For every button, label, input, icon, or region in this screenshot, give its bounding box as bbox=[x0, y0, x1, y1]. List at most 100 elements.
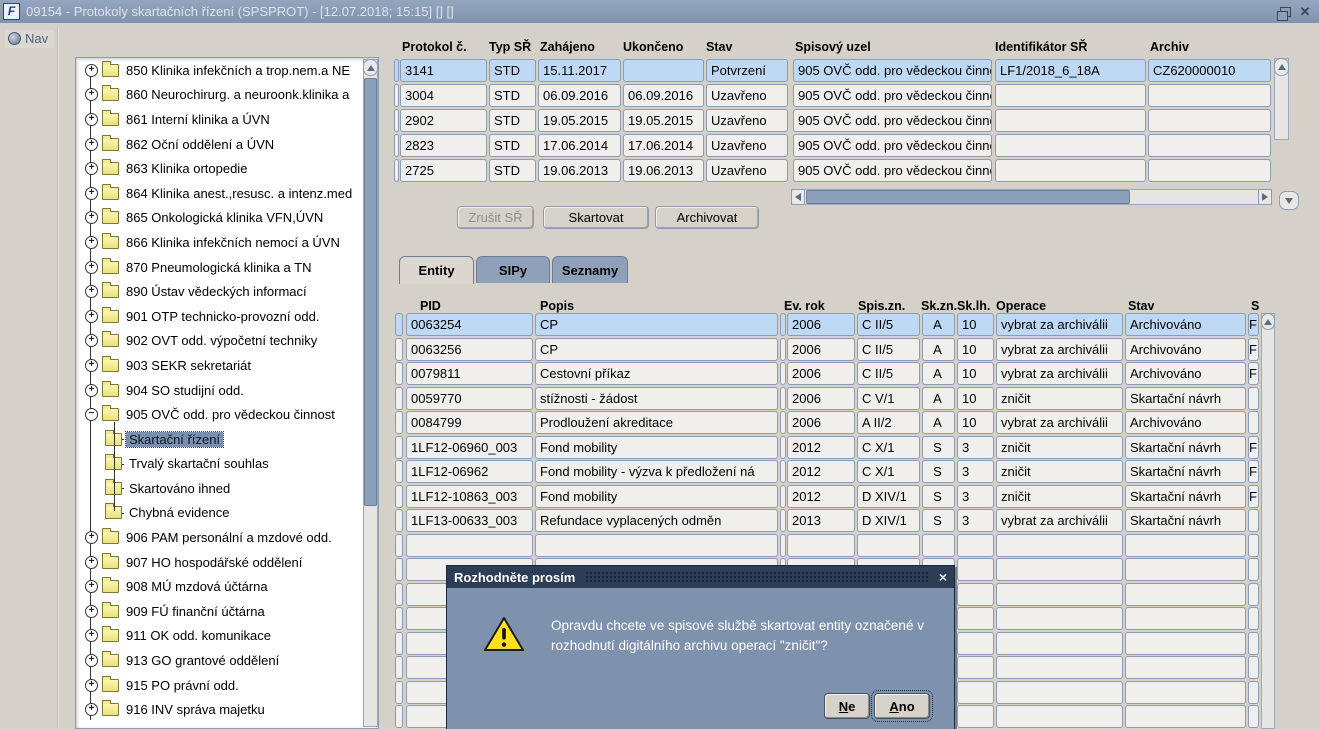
tree-item[interactable]: +870 Pneumologická klinika a TN bbox=[76, 255, 362, 280]
entity-cell[interactable]: zničit bbox=[996, 436, 1123, 459]
protocol-cell[interactable]: 17.06.2014 bbox=[623, 134, 704, 157]
protocol-cell[interactable] bbox=[623, 59, 704, 82]
protocol-cell[interactable] bbox=[1148, 159, 1271, 182]
tree-item[interactable]: +861 Interní klinika a ÚVN bbox=[76, 107, 362, 132]
tab-seznamy[interactable]: Seznamy bbox=[552, 256, 628, 283]
entity-cell[interactable]: Archivováno bbox=[1125, 313, 1246, 336]
protocol-cell[interactable]: STD bbox=[489, 109, 536, 132]
entity-cell[interactable] bbox=[1248, 681, 1259, 704]
entity-cell[interactable]: Skartační návrh bbox=[1125, 509, 1246, 532]
entity-cell[interactable]: vybrat za archiválii bbox=[996, 362, 1123, 385]
row-gutter[interactable] bbox=[395, 338, 403, 361]
row-gutter[interactable] bbox=[394, 109, 399, 132]
protocol-cell[interactable]: STD bbox=[489, 134, 536, 157]
entity-cell[interactable] bbox=[996, 558, 1123, 581]
entity-cell[interactable] bbox=[1248, 411, 1259, 434]
expand-icon[interactable]: + bbox=[85, 605, 98, 618]
expand-icon[interactable]: + bbox=[85, 138, 98, 151]
entity-cell[interactable]: stížnosti - žádost bbox=[535, 387, 778, 410]
entity-cell[interactable]: 10 bbox=[957, 411, 994, 434]
entity-cell[interactable]: A bbox=[922, 313, 955, 336]
row-gutter[interactable] bbox=[395, 485, 403, 508]
entity-cell[interactable]: S bbox=[922, 509, 955, 532]
entity-cell[interactable]: Archivováno bbox=[1125, 338, 1246, 361]
protocols-scroll-right-button[interactable] bbox=[1258, 189, 1272, 205]
row-gutter[interactable] bbox=[395, 583, 403, 606]
entity-cell[interactable] bbox=[957, 705, 994, 728]
row-gutter[interactable] bbox=[395, 632, 403, 655]
row-gutter[interactable] bbox=[780, 509, 786, 532]
protocol-cell[interactable]: 905 OVČ odd. pro vědeckou činnost bbox=[793, 59, 992, 82]
entity-cell[interactable] bbox=[957, 558, 994, 581]
protocol-cell[interactable]: 3141 bbox=[400, 59, 487, 82]
tree-item[interactable]: Chybná evidence bbox=[76, 501, 362, 526]
entity-cell[interactable] bbox=[406, 534, 533, 557]
entity-cell[interactable]: zničit bbox=[996, 460, 1123, 483]
protocol-cell[interactable] bbox=[1148, 84, 1271, 107]
entity-cell[interactable]: Archivováno bbox=[1125, 411, 1246, 434]
entity-cell[interactable]: 10 bbox=[957, 362, 994, 385]
row-gutter[interactable] bbox=[395, 460, 403, 483]
protocol-cell[interactable]: Potvrzení bbox=[706, 59, 788, 82]
protocol-cell[interactable] bbox=[1148, 134, 1271, 157]
close-window-button[interactable]: ✕ bbox=[1297, 4, 1313, 19]
entity-cell[interactable] bbox=[957, 681, 994, 704]
ne-button[interactable]: Ne bbox=[824, 693, 870, 719]
row-gutter[interactable] bbox=[780, 313, 786, 336]
entity-cell[interactable] bbox=[1125, 534, 1246, 557]
protocols-scroll-left-button[interactable] bbox=[791, 189, 805, 205]
expand-icon[interactable]: + bbox=[85, 88, 98, 101]
expand-icon[interactable]: + bbox=[85, 580, 98, 593]
entity-cell[interactable]: A bbox=[922, 387, 955, 410]
expand-icon[interactable]: + bbox=[85, 334, 98, 347]
entity-cell[interactable]: 10 bbox=[957, 338, 994, 361]
entity-cell[interactable] bbox=[1125, 705, 1246, 728]
entity-cell[interactable] bbox=[1248, 558, 1259, 581]
entity-cell[interactable]: 1LF13-00633_003 bbox=[406, 509, 533, 532]
entity-cell[interactable]: D XIV/1 bbox=[857, 509, 920, 532]
entity-cell[interactable]: C X/1 bbox=[857, 460, 920, 483]
entity-cell[interactable] bbox=[996, 705, 1123, 728]
entity-cell[interactable]: S bbox=[922, 485, 955, 508]
row-gutter[interactable] bbox=[395, 607, 403, 630]
expand-icon[interactable]: + bbox=[85, 113, 98, 126]
expand-icon[interactable]: + bbox=[85, 211, 98, 224]
tree-item[interactable]: +911 OK odd. komunikace bbox=[76, 624, 362, 649]
entity-cell[interactable] bbox=[996, 534, 1123, 557]
protocol-cell[interactable]: 905 OVČ odd. pro vědeckou činnost bbox=[793, 84, 992, 107]
entity-cell[interactable] bbox=[996, 632, 1123, 655]
skartovat-button[interactable]: Skartovat bbox=[543, 206, 649, 229]
entity-cell[interactable]: F bbox=[1248, 436, 1259, 459]
tree-item[interactable]: +890 Ústav vědeckých informací bbox=[76, 279, 362, 304]
expand-icon[interactable]: + bbox=[85, 629, 98, 642]
expand-icon[interactable]: + bbox=[85, 162, 98, 175]
row-gutter[interactable] bbox=[395, 534, 403, 557]
entity-cell[interactable] bbox=[957, 534, 994, 557]
expand-icon[interactable]: + bbox=[85, 64, 98, 77]
row-gutter[interactable] bbox=[395, 705, 403, 728]
protocol-cell[interactable]: 19.06.2013 bbox=[623, 159, 704, 182]
protocol-cell[interactable]: 905 OVČ odd. pro vědeckou činnost bbox=[793, 134, 992, 157]
entity-cell[interactable]: CP bbox=[535, 313, 778, 336]
tree-item[interactable]: +850 Klinika infekčních a trop.nem.a NE bbox=[76, 58, 362, 83]
tree-item[interactable]: +903 SEKR sekretariát bbox=[76, 353, 362, 378]
entity-cell[interactable] bbox=[1248, 656, 1259, 679]
expand-icon[interactable]: + bbox=[85, 703, 98, 716]
entity-cell[interactable] bbox=[535, 534, 778, 557]
entity-cell[interactable]: 0079811 bbox=[406, 362, 533, 385]
protocol-cell[interactable]: 2823 bbox=[400, 134, 487, 157]
row-gutter[interactable] bbox=[395, 558, 403, 581]
tree-item[interactable]: +860 Neurochirurg. a neuroonk.klinika a bbox=[76, 83, 362, 108]
row-gutter[interactable] bbox=[780, 534, 786, 557]
protocol-cell[interactable]: 2902 bbox=[400, 109, 487, 132]
expand-icon[interactable]: + bbox=[85, 261, 98, 274]
tree-item[interactable]: +902 OVT odd. výpočetní techniky bbox=[76, 329, 362, 354]
expand-icon[interactable]: + bbox=[85, 679, 98, 692]
entity-cell[interactable]: C X/1 bbox=[857, 436, 920, 459]
tree-item[interactable]: +915 PO právní odd. bbox=[76, 673, 362, 698]
protocol-cell[interactable]: 2725 bbox=[400, 159, 487, 182]
entity-cell[interactable] bbox=[1248, 607, 1259, 630]
tree-item[interactable]: +908 MÚ mzdová účtárna bbox=[76, 574, 362, 599]
protocol-cell[interactable] bbox=[995, 84, 1146, 107]
entity-cell[interactable]: zničit bbox=[996, 485, 1123, 508]
